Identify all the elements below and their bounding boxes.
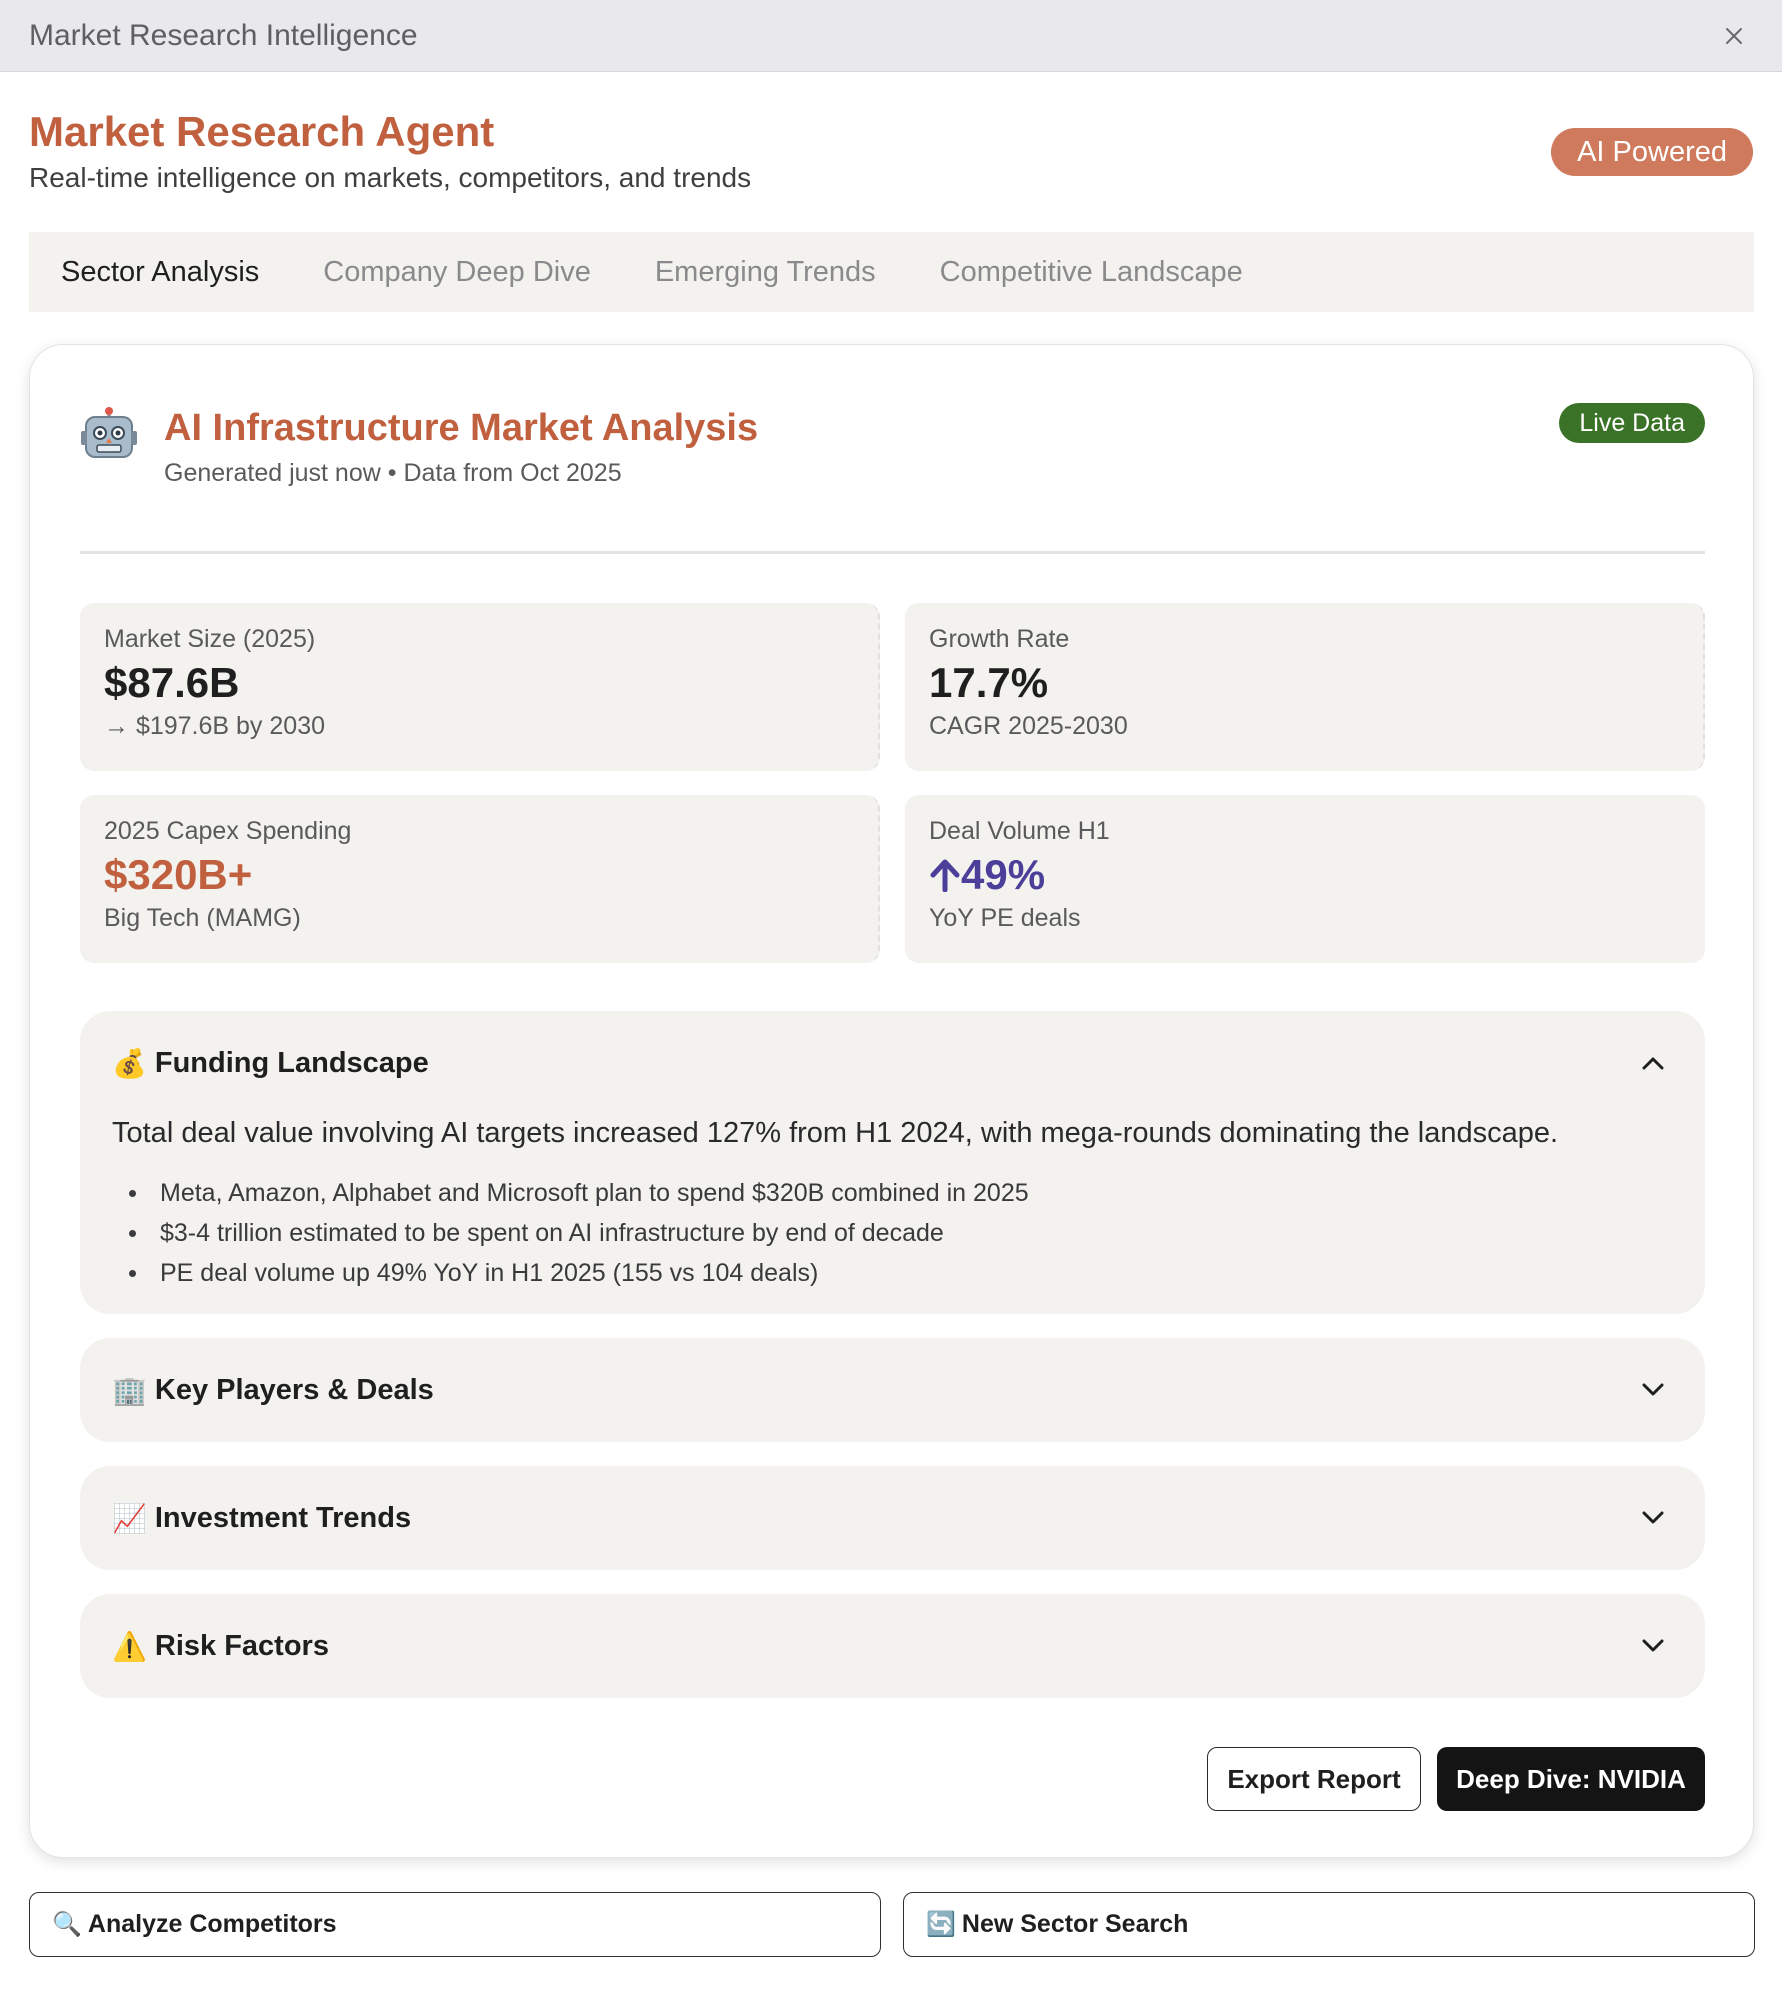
section-title: Key Players & Deals [154,1373,434,1406]
chevron-down-icon[interactable] [1635,1628,1671,1664]
tab-competitive-landscape[interactable]: Competitive Landscape [940,256,1243,289]
chevron-down-icon[interactable] [1635,1372,1671,1408]
tab-emerging-trends[interactable]: Emerging Trends [655,256,876,289]
metric-deal-volume: Deal Volume H1 49% YoY PE deals [905,795,1705,963]
tab-sector-analysis[interactable]: Sector Analysis [61,256,259,289]
warning-icon: ⚠️ [112,1630,147,1662]
metric-capex: 2025 Capex Spending $320B+ Big Tech (MAM… [80,795,880,963]
tab-bar: Sector Analysis Company Deep Dive Emergi… [29,232,1754,312]
office-building-icon: 🏢 [112,1374,147,1406]
page-subtitle: Real-time intelligence on markets, compe… [29,162,752,193]
metric-sub: Big Tech (MAMG) [104,904,301,932]
list-item: $3-4 trillion estimated to be spent on A… [129,1213,1029,1253]
window-titlebar: Market Research Intelligence [0,0,1782,72]
report-meta: Generated just now • Data from Oct 2025 [164,459,622,487]
section-header[interactable]: 📈 Investment Trends [112,1466,411,1570]
export-report-button[interactable]: Export Report [1207,1747,1421,1811]
chevron-up-icon[interactable] [1635,1045,1671,1081]
metric-label: Growth Rate [929,625,1070,653]
close-button[interactable] [1712,14,1756,58]
metric-value: $87.6B [104,659,240,706]
metric-label: Deal Volume H1 [929,817,1110,845]
money-bag-icon: 💰 [112,1047,147,1079]
robot-icon [81,407,137,458]
arrow-up-icon [930,859,960,893]
deep-dive-button[interactable]: Deep Dive: NVIDIA [1437,1747,1705,1811]
close-icon [1726,28,1742,44]
metric-sub: YoY PE deals [929,904,1081,932]
section-key-players[interactable]: 🏢 Key Players & Deals [80,1338,1705,1442]
section-header[interactable]: 🏢 Key Players & Deals [112,1338,434,1442]
section-header[interactable]: ⚠️ Risk Factors [112,1594,329,1698]
metric-value: 17.7% [929,659,1049,706]
button-label: New Sector Search [961,1910,1189,1938]
metric-market-size: Market Size (2025) $87.6B → $197.6B by 2… [80,603,880,771]
metric-growth-rate: Growth Rate 17.7% CAGR 2025-2030 [905,603,1705,771]
refresh-icon: 🔄 [926,1911,956,1938]
analyze-competitors-button[interactable]: 🔍 Analyze Competitors [29,1892,881,1957]
window-title: Market Research Intelligence [29,18,418,52]
metric-sub: CAGR 2025-2030 [929,712,1128,740]
section-funding-landscape: 💰 Funding Landscape Total deal value inv… [80,1011,1705,1314]
section-risk-factors[interactable]: ⚠️ Risk Factors [80,1594,1705,1698]
report-header: AI Infrastructure Market Analysis Genera… [80,403,1705,503]
section-title: Funding Landscape [154,1046,429,1079]
section-header[interactable]: 💰 Funding Landscape [112,1011,429,1115]
metric-value: $320B+ [104,851,253,898]
divider [80,551,1705,554]
section-summary: Total deal value involving AI targets in… [112,1117,1559,1149]
ai-powered-badge: AI Powered [1551,128,1753,176]
section-investment-trends[interactable]: 📈 Investment Trends [80,1466,1705,1570]
metric-sub: → $197.6B by 2030 [104,712,325,740]
chevron-down-icon[interactable] [1635,1500,1671,1536]
section-title: Investment Trends [154,1501,412,1534]
report-card: AI Infrastructure Market Analysis Genera… [29,344,1754,1858]
report-title: AI Infrastructure Market Analysis [164,407,759,449]
live-data-badge: Live Data [1559,403,1705,443]
magnifier-icon: 🔍 [52,1911,82,1938]
bullet-list: Meta, Amazon, Alphabet and Microsoft pla… [129,1173,1029,1293]
tab-company-deep-dive[interactable]: Company Deep Dive [323,256,591,289]
page-title: Market Research Agent [29,108,495,155]
section-title: Risk Factors [154,1629,329,1662]
metric-value-row: 49% [929,850,1681,900]
page-header: Market Research Agent Real-time intellig… [29,104,1753,204]
button-label: Analyze Competitors [87,1910,337,1938]
metric-value: 49% [961,851,1046,898]
metric-label: 2025 Capex Spending [104,817,352,845]
metric-label: Market Size (2025) [104,625,316,653]
new-sector-search-button[interactable]: 🔄 New Sector Search [903,1892,1755,1957]
chart-increasing-icon: 📈 [112,1502,147,1534]
list-item: Meta, Amazon, Alphabet and Microsoft pla… [129,1173,1029,1213]
list-item: PE deal volume up 49% YoY in H1 2025 (15… [129,1253,1029,1293]
